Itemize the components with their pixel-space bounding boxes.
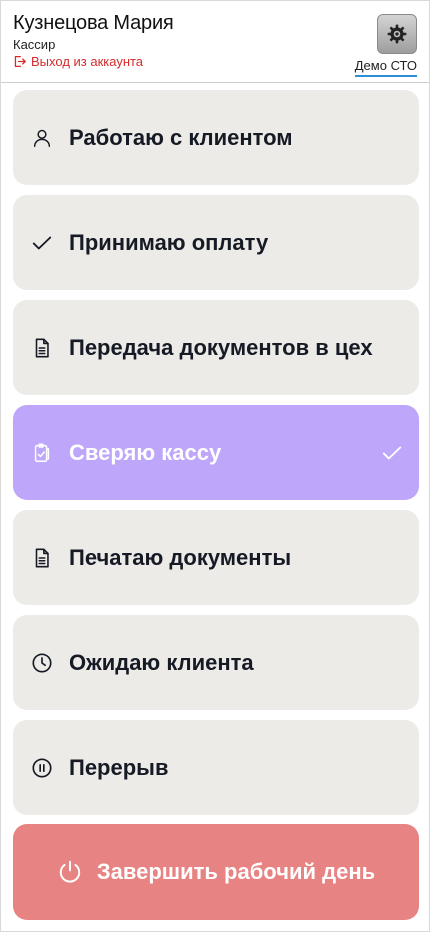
company-selector[interactable]: Демо СТО [354,58,417,77]
document-icon [31,337,53,359]
status-label: Передача документов в цех [69,334,373,360]
status-list: Работаю с клиентом Принимаю оплату Перед… [13,90,419,825]
status-waiting-client[interactable]: Ожидаю клиента [13,615,419,710]
status-printing-documents[interactable]: Печатаю документы [13,510,419,605]
check-icon [31,232,53,254]
status-label: Сверяю кассу [69,439,222,465]
status-label: Печатаю документы [69,544,292,570]
logout-link[interactable]: Выход из аккаунта [13,54,143,69]
selected-check-icon [382,446,402,459]
status-break[interactable]: Перерыв [13,720,419,815]
end-workday-label: Завершить рабочий день [96,859,376,884]
end-workday-button[interactable]: Завершить рабочий день [13,824,419,920]
clipboard-check-icon [31,442,53,464]
settings-button[interactable] [377,14,417,54]
power-icon [59,860,80,883]
status-transfer-documents[interactable]: Передача документов в цех [13,300,419,395]
gear-icon [387,24,407,44]
app-frame: Кузнецова Мария Кассир Выход из аккаунта [0,0,430,932]
pause-icon [31,757,53,779]
status-label: Работаю с клиентом [69,124,293,150]
logout-label: Выход из аккаунта [31,54,144,69]
status-label: Перерыв [69,754,169,780]
document-icon [31,547,53,569]
status-label: Принимаю оплату [69,229,269,255]
status-label: Ожидаю клиента [69,649,254,675]
logout-icon [14,55,26,68]
user-role: Кассир [13,37,56,52]
status-accepting-payment[interactable]: Принимаю оплату [13,195,419,290]
clock-icon [31,652,53,674]
status-checking-cashbox[interactable]: Сверяю кассу [13,405,419,500]
header: Кузнецова Мария Кассир Выход из аккаунта [1,1,429,83]
user-name: Кузнецова Мария [13,12,174,34]
person-icon [31,127,53,149]
status-working-with-client[interactable]: Работаю с клиентом [13,90,419,185]
